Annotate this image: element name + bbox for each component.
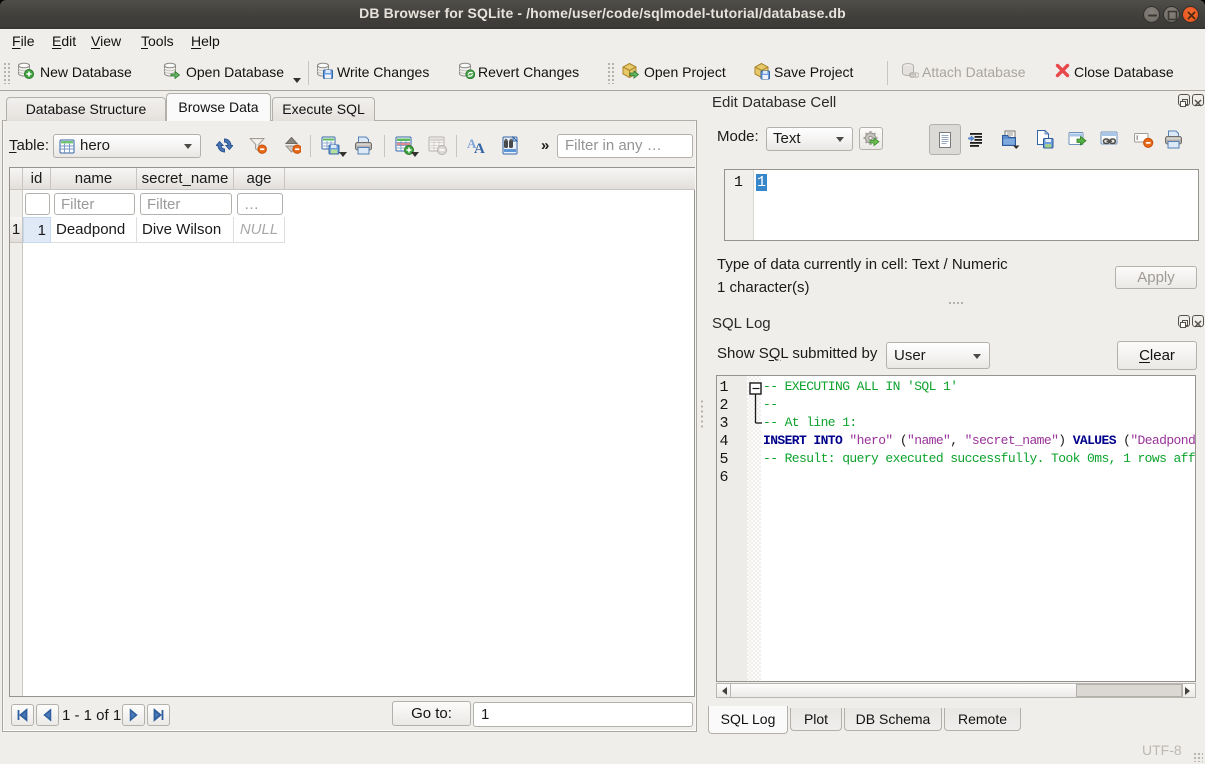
svg-text:A: A	[474, 141, 485, 155]
